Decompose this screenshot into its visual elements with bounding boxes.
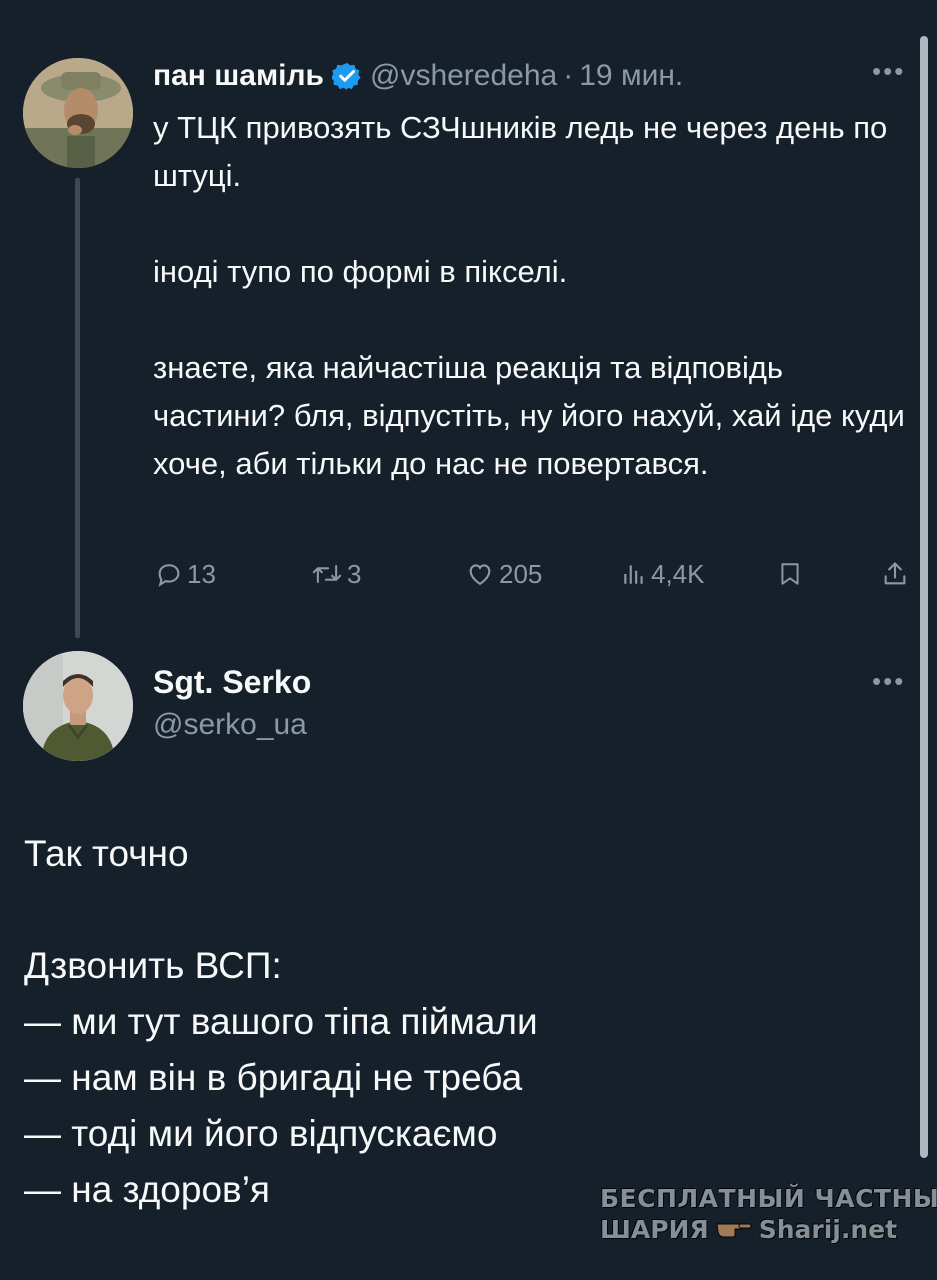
more-options-icon[interactable]: ••• [872, 58, 905, 84]
avatar-vsheredeha[interactable] [23, 58, 133, 168]
view-count: 4,4K [651, 558, 705, 589]
share-icon [881, 559, 909, 589]
author-name[interactable]: пан шаміль [153, 59, 324, 93]
reply-line: — нам він в бригаді не треба [24, 1057, 523, 1098]
reply-icon [155, 560, 183, 588]
reply-author-name[interactable]: Sgt. Serko [153, 664, 311, 701]
reply-line: Так точно [24, 833, 189, 874]
views-chart-icon [621, 560, 647, 588]
reply-line: Дзвонить ВСП: [24, 945, 282, 986]
pointing-hand-icon [715, 1215, 753, 1244]
share-button[interactable] [881, 554, 909, 594]
avatar-serko-ua[interactable] [23, 651, 133, 761]
reply-line: — тоді ми його відпускаємо [24, 1113, 498, 1154]
reply-button[interactable]: 13 [155, 554, 216, 594]
tweet-header: пан шаміль @vsheredeha · 19 мин. [153, 56, 683, 96]
tweet-actions: 13 3 205 4,4K [153, 554, 913, 594]
scrollbar[interactable] [920, 36, 928, 1158]
more-options-icon[interactable]: ••• [872, 668, 905, 694]
verified-badge-icon [331, 61, 362, 91]
separator-dot: · [563, 59, 574, 92]
retweet-button[interactable]: 3 [311, 554, 361, 594]
views-button[interactable]: 4,4K [621, 554, 705, 594]
tweet-paragraph: у ТЦК привозять СЗЧшників ледь не через … [153, 110, 888, 193]
retweet-count: 3 [347, 558, 362, 589]
tweet-paragraph: іноді тупо по формі в пікселі. [153, 254, 568, 289]
watermark: БЕСПЛАТНЫЙ ЧАСТНЫЙ ШАРИЯ Sharij.net [600, 1184, 937, 1244]
tweet-paragraph: знаєте, яка найчастіша реакція та відпов… [153, 350, 905, 481]
like-button[interactable]: 205 [465, 554, 542, 594]
reply-line: — ми тут вашого тіпа піймали [24, 1001, 538, 1042]
reply-count: 13 [187, 558, 216, 589]
bookmark-button[interactable] [777, 554, 803, 594]
reply-blank-line [24, 882, 904, 938]
reply-text: Так точно Дзвонить ВСП: — ми тут вашого … [24, 826, 904, 1218]
thread-line [75, 178, 80, 638]
tweet-text: у ТЦК привозять СЗЧшників ледь не через … [153, 104, 913, 488]
heart-icon [465, 560, 495, 588]
author-handle[interactable]: @vsheredeha [370, 59, 557, 93]
watermark-line1: БЕСПЛАТНЫЙ ЧАСТНЫЙ [600, 1184, 937, 1213]
bookmark-icon [777, 559, 803, 589]
like-count: 205 [499, 558, 543, 589]
reply-author-handle[interactable]: @serko_ua [153, 708, 307, 742]
retweet-icon [311, 560, 343, 588]
tweet-timestamp[interactable]: 19 мин. [579, 59, 683, 93]
watermark-line2-right: Sharij.net [758, 1215, 898, 1244]
watermark-line2-left: ШАРИЯ [600, 1215, 709, 1244]
